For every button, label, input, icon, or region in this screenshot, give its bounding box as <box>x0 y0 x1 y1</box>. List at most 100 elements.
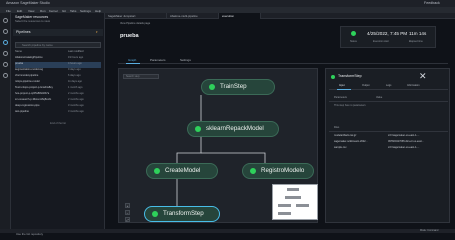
pipeline-date: 9 days ago <box>68 68 81 71</box>
pipeline-date: 2 months ago <box>68 92 84 95</box>
col-name[interactable]: Name <box>15 50 22 53</box>
success-dot-icon <box>209 84 215 90</box>
files-label: Files <box>334 126 340 129</box>
node-registromodelo[interactable]: RegistroModelo <box>242 163 314 179</box>
resource-selector[interactable]: Pipelines ▾ <box>13 29 103 36</box>
pipeline-date: 4 hours ago <box>68 62 82 65</box>
pipeline-name: deep-regression-pipe <box>15 104 40 107</box>
panel-tabs: Input Output Logs Information <box>329 84 448 90</box>
edge-repack-create <box>176 137 202 163</box>
resource-selector-label: Pipelines <box>16 30 31 34</box>
pipeline-name: test-pipeline <box>15 110 29 113</box>
value-label: Value <box>376 96 383 99</box>
breadcrumb[interactable]: View Pipeline details page <box>120 22 150 25</box>
file-name: modelartifacts.tar.gz <box>334 134 357 137</box>
node-label: sklearnRepackModel <box>206 125 264 132</box>
extensions-icon[interactable] <box>3 73 8 78</box>
tab-output[interactable]: Output <box>362 84 370 87</box>
active-tab-indicator <box>337 89 351 90</box>
tab-input[interactable]: Input <box>339 84 345 87</box>
folder-icon[interactable] <box>3 29 8 34</box>
fit-view-button[interactable]: ⤢ <box>125 217 130 222</box>
start-datetime: 4/25/2022, 7:45 PM <box>367 31 408 36</box>
minimap-node <box>278 212 291 215</box>
execution-status: Status 4/25/2022, 7:45 PM Execution star… <box>340 26 436 48</box>
pipeline-name: churnmodel-pipeline <box>15 74 39 77</box>
pipeline-date: 11 days ago <box>68 80 82 83</box>
status-bar: Mode: Command <box>0 229 455 233</box>
home-icon[interactable] <box>3 18 8 23</box>
edge-repack-registro <box>201 152 266 163</box>
pipeline-date: 3 months ago <box>68 104 84 107</box>
zoom-in-button[interactable]: + <box>125 203 130 208</box>
pipeline-name: sm-research-p-3lkwvmt6q8uxfo <box>15 98 52 101</box>
tab-jumpstart[interactable]: SageMaker Jumpstart <box>105 13 167 19</box>
mode-indicator: Mode: Command <box>420 229 439 232</box>
menu-run[interactable]: Run <box>40 9 46 13</box>
menu-file[interactable]: File <box>6 9 11 13</box>
success-dot-icon <box>250 168 256 174</box>
tab-graph[interactable]: Graph <box>128 58 136 62</box>
panel-title: TransformStep <box>338 74 362 78</box>
node-transformstep[interactable]: TransformStep <box>144 206 220 222</box>
file-value[interactable]: 097820417065.dkr.ecr.us-east... <box>388 140 424 143</box>
menu-kernel[interactable]: Kernel <box>49 9 58 13</box>
success-dot-icon <box>152 211 158 217</box>
tab-settings[interactable]: Settings <box>180 58 191 62</box>
node-trainstep[interactable]: TrainStep <box>201 79 275 95</box>
col-date[interactable]: Last modified <box>68 50 83 53</box>
active-tab-indicator <box>126 63 140 64</box>
menu-view[interactable]: View <box>28 9 34 13</box>
node-sklearnrepackmodel[interactable]: sklearnRepackModel <box>187 121 279 137</box>
step-details-panel: TransformStep ✕ Input Output Logs Inform… <box>325 68 450 223</box>
end-of-list: End of the list <box>50 122 66 125</box>
close-icon[interactable]: ✕ <box>419 71 427 82</box>
activity-rail <box>0 13 11 233</box>
menu-help[interactable]: Help <box>95 9 101 13</box>
pipeline-name: Testr-mlops-project-p-lsnwbw8ey <box>15 86 53 89</box>
pipeline-name: segmentation-model-reg <box>15 68 44 71</box>
file-value[interactable]: s3://sagemaker-us-east-1-... <box>388 146 419 149</box>
pipeline-date: 6 days ago <box>68 74 81 77</box>
pipeline-name: hos-project-p-qzh5s8lbi3db7a <box>15 92 50 95</box>
file-name: sample.csv <box>334 146 347 149</box>
pipeline-name: mlops-pipeline-model <box>15 80 40 83</box>
minimap-node <box>287 188 299 191</box>
menu-settings[interactable]: Settings <box>80 9 91 13</box>
feedback-link[interactable]: Feedback <box>424 1 440 5</box>
node-createmodel[interactable]: CreateModel <box>146 163 218 179</box>
minimap-node <box>296 204 309 207</box>
pipeline-date: 2 months ago <box>68 98 84 101</box>
resources-icon[interactable] <box>3 40 8 45</box>
pipeline-row[interactable]: test-pipeline 3 months ago <box>15 110 101 116</box>
elapsed-label: Elapsed time <box>409 40 423 43</box>
menu-git[interactable]: Git <box>62 9 66 13</box>
pipeline-name: AbaloneCatalogPipeline <box>15 56 43 59</box>
menu-edit[interactable]: Edit <box>17 9 22 13</box>
graph-minimap[interactable] <box>272 184 318 220</box>
pipeline-search-input[interactable]: Search pipeline by name <box>15 42 101 48</box>
page-title: prueba <box>120 33 139 39</box>
pipeline-date: 1 month ago <box>68 86 83 89</box>
running-icon[interactable] <box>3 62 8 67</box>
parameters-label: Parameters <box>334 96 347 99</box>
tab-logs[interactable]: Logs <box>386 84 391 87</box>
success-icon <box>351 31 356 36</box>
git-icon[interactable] <box>3 51 8 56</box>
tab-parameters[interactable]: Parameters <box>150 58 166 62</box>
editor-tabs: SageMaker Jumpstart Abalone-multi-pipeli… <box>105 13 455 19</box>
tab-information[interactable]: Information <box>407 84 420 87</box>
minimap-node <box>278 204 291 207</box>
success-dot-icon <box>195 126 201 132</box>
tab-abalone[interactable]: Abalone-multi-pipeline <box>167 13 219 19</box>
menu-tabs[interactable]: Tabs <box>70 9 76 13</box>
file-name: sagemaker-scikit-learn-2022... <box>334 140 368 143</box>
pipeline-date: 19 hours ago <box>68 56 84 59</box>
zoom-out-button[interactable]: − <box>125 210 130 215</box>
node-label: TransformStep <box>163 210 204 217</box>
tab-execution[interactable]: execution <box>219 13 261 19</box>
elapsed-time: 11m 14s <box>409 31 427 36</box>
pipeline-columns: Name Last modified <box>15 50 101 55</box>
start-label: Execution start <box>373 40 389 43</box>
file-value[interactable]: s3://sagemaker-us-east-1-... <box>388 134 419 137</box>
